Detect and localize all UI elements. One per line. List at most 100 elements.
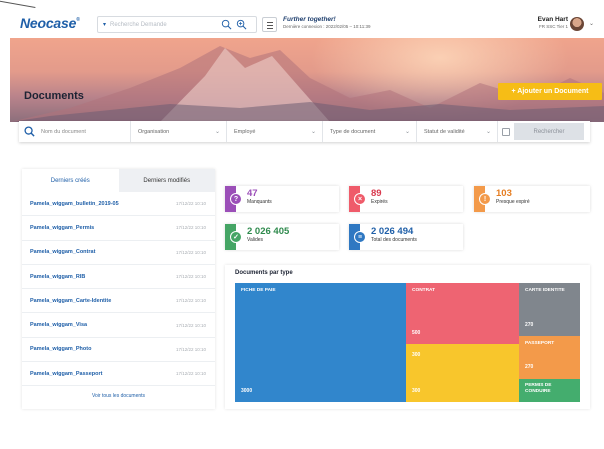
last-login: Dernière connexion : 2022/02/05 – 10:11:… xyxy=(283,24,371,29)
search-icon[interactable] xyxy=(221,19,232,30)
close-icon: × xyxy=(354,193,366,205)
treemap-cell-passport[interactable]: PASSEPORT 270 xyxy=(519,336,580,379)
cell-label: PASSEPORT xyxy=(525,341,555,346)
stat-card-almost-expired[interactable]: ! 103 Presque expiré xyxy=(474,186,590,212)
treemap-title: Documents par type xyxy=(235,270,293,276)
missing-count: 47 xyxy=(247,188,258,199)
exclamation-icon: ! xyxy=(479,193,491,205)
avatar[interactable] xyxy=(570,17,584,31)
cell-value: 270 xyxy=(525,322,534,328)
document-date: 17/12/22 10:10 xyxy=(175,322,206,328)
chevron-down-icon[interactable]: ⌄ xyxy=(589,20,594,27)
add-document-button[interactable]: + Ajouter un Document xyxy=(498,83,602,100)
search-icon xyxy=(24,126,35,137)
document-name[interactable]: Pamela_wiggam_bulletin_2019-05 xyxy=(30,201,119,207)
almost-expired-count: 103 xyxy=(496,188,512,199)
see-all-documents-link[interactable]: Voir tous les documents xyxy=(22,393,215,399)
stat-card-valid[interactable]: ✓ 2 026 405 Valides xyxy=(225,224,339,250)
treemap-cell-driving-licence[interactable]: PERMIS DE CONDUIRE xyxy=(519,379,580,402)
document-name-field[interactable]: Nom du document xyxy=(19,121,131,142)
employee-label: Employé xyxy=(234,128,256,135)
treemap-cell-payslip[interactable]: FICHE DE PAIE 3000 xyxy=(235,283,406,402)
treemap-cell-contract[interactable]: CONTRAT 500 xyxy=(406,283,519,344)
tab-latest-modified[interactable]: Derniers modifiés xyxy=(118,169,215,192)
treemap: FICHE DE PAIE 3000 CONTRAT 500 300 300 C… xyxy=(235,283,580,402)
cell-value: 300 xyxy=(412,352,421,358)
top-bar: Neocase® ▾ Recherche Demande Further tog… xyxy=(10,12,604,38)
chevron-down-icon: ⌄ xyxy=(404,129,410,135)
document-date: 17/12/22 10:10 xyxy=(175,249,206,255)
document-date: 17/12/22 10:10 xyxy=(175,274,206,280)
list-item[interactable]: Pamela_wiggam_Visa 17/12/22 10:10 xyxy=(22,313,215,338)
expired-label: Expirés xyxy=(371,199,388,205)
advanced-search-icon[interactable] xyxy=(236,19,247,30)
stat-card-expired[interactable]: × 89 Expirés xyxy=(349,186,463,212)
treemap-cell-other[interactable]: 300 300 xyxy=(406,344,519,402)
total-label: Total des documents xyxy=(371,237,417,243)
document-date: 17/12/22 10:10 xyxy=(175,201,206,207)
chevron-down-icon: ⌄ xyxy=(485,129,491,135)
document-date: 17/12/22 10:10 xyxy=(175,371,206,377)
list-item[interactable]: Pamela_wiggam_Permis 17/12/22 10:10 xyxy=(22,216,215,241)
missing-label: Manquants xyxy=(247,199,272,205)
document-name[interactable]: Pamela_wiggam_Permis xyxy=(30,225,94,231)
search-button[interactable]: Rechercher xyxy=(514,123,584,140)
treemap-cell-id-card[interactable]: CARTE IDENTITE 270 xyxy=(519,283,580,336)
list-item[interactable]: Pamela_wiggam_bulletin_2019-05 17/12/22 1… xyxy=(22,192,215,217)
list-item[interactable]: Pamela_wiggam_Passeport 17/12/22 10:10 xyxy=(22,362,215,387)
expired-count: 89 xyxy=(371,188,382,199)
document-name[interactable]: Pamela_wiggam_Passeport xyxy=(30,371,102,377)
page-title: Documents xyxy=(24,90,84,102)
document-date: 17/12/22 10:10 xyxy=(175,298,206,304)
cell-value: 270 xyxy=(525,364,534,370)
logo[interactable]: Neocase® xyxy=(20,15,80,31)
list-menu-icon[interactable] xyxy=(262,17,277,32)
stat-card-missing[interactable]: ? 47 Manquants xyxy=(225,186,339,212)
cell-value: 3000 xyxy=(241,388,253,394)
cell-label: FICHE DE PAIE xyxy=(241,288,276,293)
documents-by-type-panel: Documents par type FICHE DE PAIE 3000 CO… xyxy=(225,265,590,409)
global-search[interactable]: ▾ Recherche Demande xyxy=(97,16,257,33)
motto: Further together! xyxy=(283,16,336,23)
global-search-input[interactable]: Recherche Demande xyxy=(110,22,167,28)
document-name[interactable]: Pamela_wiggam_Visa xyxy=(30,322,87,328)
organisation-select[interactable]: Organisation ⌄ xyxy=(131,121,227,142)
search-scope-chevron-icon[interactable]: ▾ xyxy=(103,21,106,28)
decorative-line xyxy=(0,0,36,8)
valid-count: 2 026 405 xyxy=(247,226,290,237)
question-icon: ? xyxy=(230,193,242,205)
check-icon: ✓ xyxy=(230,231,242,243)
total-count: 2 026 494 xyxy=(371,226,414,237)
document-name-placeholder: Nom du document xyxy=(41,128,86,135)
chevron-down-icon: ⌄ xyxy=(214,129,220,135)
mountains-illustration xyxy=(10,46,604,122)
recent-documents-panel: Derniers créés Derniers modifiés Pamela_… xyxy=(22,169,215,409)
motto-block: Further together! Dernière connexion : 2… xyxy=(283,16,370,29)
employee-select[interactable]: Employé ⌄ xyxy=(227,121,323,142)
document-name[interactable]: Pamela_wiggam_Contrat xyxy=(30,249,95,255)
document-type-select[interactable]: Type de document ⌄ xyxy=(323,121,417,142)
recent-tabs: Derniers créés Derniers modifiés xyxy=(22,169,215,192)
list-item[interactable]: Pamela_wiggam_Carte-Identite 17/12/22 10:… xyxy=(22,289,215,314)
document-name[interactable]: Pamela_wiggam_RIB xyxy=(30,274,85,280)
validity-status-select[interactable]: Statut de validité ⌄ xyxy=(417,121,498,142)
document-name[interactable]: Pamela_wiggam_Photo xyxy=(30,346,91,352)
document-icon: ≡ xyxy=(354,231,366,243)
filter-bar: Nom du document Organisation ⌄ Employé ⌄ T… xyxy=(19,121,590,142)
cell-label: CONTRAT xyxy=(412,288,436,293)
stat-card-total[interactable]: ≡ 2 026 494 Total des documents xyxy=(349,224,463,250)
user-info[interactable]: Evan Hart FR SSC Tier 1 xyxy=(538,16,568,29)
almost-expired-label: Presque expiré xyxy=(496,199,530,205)
document-name[interactable]: Pamela_wiggam_Carte-Identite xyxy=(30,298,111,304)
cell-value: 500 xyxy=(412,330,421,336)
document-type-label: Type de document xyxy=(330,128,376,135)
document-date: 17/12/22 10:10 xyxy=(175,346,206,352)
valid-label: Valides xyxy=(247,237,264,243)
validity-status-label: Statut de validité xyxy=(424,128,465,135)
list-item[interactable]: Pamela_wiggam_RIB 17/12/22 10:10 xyxy=(22,265,215,290)
document-date: 17/12/22 10:10 xyxy=(175,225,206,231)
tab-latest-created[interactable]: Derniers créés xyxy=(22,169,119,192)
list-item[interactable]: Pamela_wiggam_Photo 17/12/22 10:10 xyxy=(22,338,215,363)
list-item[interactable]: Pamela_wiggam_Contrat 17/12/22 10:10 xyxy=(22,241,215,265)
user-name: Evan Hart xyxy=(537,16,568,23)
